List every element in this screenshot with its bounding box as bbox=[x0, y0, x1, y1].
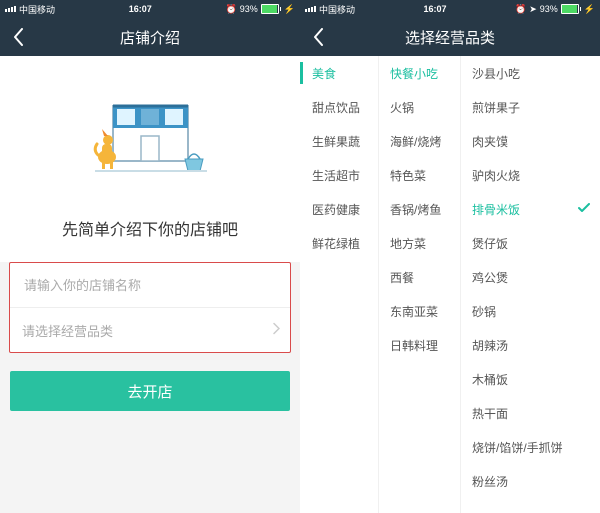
store-name-input[interactable] bbox=[22, 277, 278, 294]
intro-body: 先简单介绍下你的店铺吧 请选择经营品类 去开店 bbox=[0, 56, 300, 513]
screen-select-category: 中国移动 16:07 ⏰ ➤ 93% ⚡ 选择经营品类 美食甜点饮品生鲜果蔬生活… bbox=[300, 0, 600, 513]
battery-percent: 93% bbox=[540, 4, 558, 14]
status-time: 16:07 bbox=[355, 4, 515, 14]
category-item[interactable]: 快餐小吃 bbox=[378, 56, 460, 90]
charging-icon: ⚡ bbox=[284, 4, 295, 15]
category-item[interactable]: 烧饼/馅饼/手抓饼 bbox=[460, 430, 600, 464]
category-item[interactable]: 排骨米饭 bbox=[460, 192, 600, 226]
category-item[interactable]: 医药健康 bbox=[300, 192, 378, 226]
category-picker: 美食甜点饮品生鲜果蔬生活超市医药健康鲜花绿植 快餐小吃火锅海鲜/烧烤特色菜香锅/… bbox=[300, 56, 600, 513]
category-item[interactable]: 木桶饭 bbox=[460, 362, 600, 396]
back-button[interactable] bbox=[300, 18, 336, 56]
category-item[interactable]: 沙县小吃 bbox=[460, 56, 600, 90]
category-item[interactable]: 东南亚菜 bbox=[378, 294, 460, 328]
chevron-left-icon bbox=[313, 28, 324, 46]
category-item[interactable]: 鲜花绿植 bbox=[300, 226, 378, 260]
category-item[interactable]: 热干面 bbox=[460, 396, 600, 430]
category-item[interactable]: 煲仔饭 bbox=[460, 226, 600, 260]
page-title: 店铺介绍 bbox=[0, 27, 300, 48]
open-store-label: 去开店 bbox=[127, 381, 172, 402]
status-bar: 中国移动 16:07 ⏰ 93% ⚡ bbox=[0, 0, 300, 18]
category-column-tertiary: 沙县小吃煎饼果子肉夹馍驴肉火烧排骨米饭煲仔饭鸡公煲砂锅胡辣汤木桶饭热干面烧饼/馅… bbox=[460, 56, 600, 513]
category-item[interactable]: 香锅/烤鱼 bbox=[378, 192, 460, 226]
category-item[interactable]: 地方菜 bbox=[378, 226, 460, 260]
form-box: 请选择经营品类 bbox=[9, 262, 291, 353]
back-button[interactable] bbox=[0, 18, 36, 56]
nav-bar: 店铺介绍 bbox=[0, 18, 300, 56]
category-item[interactable]: 火锅 bbox=[378, 90, 460, 124]
category-select-row[interactable]: 请选择经营品类 bbox=[10, 308, 290, 352]
alarm-icon: ⏰ bbox=[226, 4, 237, 15]
open-store-button[interactable]: 去开店 bbox=[10, 371, 290, 411]
category-item[interactable]: 海鲜/烧烤 bbox=[378, 124, 460, 158]
category-item[interactable]: 肉夹馍 bbox=[460, 124, 600, 158]
carrier-label: 中国移动 bbox=[19, 3, 55, 16]
signal-icon bbox=[5, 6, 16, 12]
category-item[interactable]: 特色菜 bbox=[378, 158, 460, 192]
alarm-icon: ⏰ bbox=[515, 4, 526, 15]
category-item[interactable]: 驴肉火烧 bbox=[460, 158, 600, 192]
intro-heading: 先简单介绍下你的店铺吧 bbox=[0, 201, 300, 262]
charging-icon: ⚡ bbox=[584, 4, 595, 15]
chevron-right-icon bbox=[273, 323, 280, 338]
status-bar: 中国移动 16:07 ⏰ ➤ 93% ⚡ bbox=[300, 0, 600, 18]
screen-store-intro: 中国移动 16:07 ⏰ 93% ⚡ 店铺介绍 bbox=[0, 0, 300, 513]
category-item[interactable]: 胡辣汤 bbox=[460, 328, 600, 362]
category-item[interactable]: 鸡公煲 bbox=[460, 260, 600, 294]
category-item[interactable]: 甜点饮品 bbox=[300, 90, 378, 124]
store-illustration bbox=[0, 56, 300, 201]
category-item[interactable]: 粉丝汤 bbox=[460, 464, 600, 498]
category-column-secondary: 快餐小吃火锅海鲜/烧烤特色菜香锅/烤鱼地方菜西餐东南亚菜日韩料理 bbox=[378, 56, 460, 513]
nav-bar: 选择经营品类 bbox=[300, 18, 600, 56]
chevron-left-icon bbox=[13, 28, 24, 46]
category-column-primary: 美食甜点饮品生鲜果蔬生活超市医药健康鲜花绿植 bbox=[300, 56, 378, 513]
battery-icon bbox=[261, 4, 281, 14]
page-title: 选择经营品类 bbox=[300, 27, 600, 48]
store-name-row[interactable] bbox=[10, 263, 290, 308]
location-icon: ➤ bbox=[529, 4, 537, 15]
status-time: 16:07 bbox=[55, 4, 226, 14]
battery-icon bbox=[561, 4, 581, 14]
category-item[interactable]: 生活超市 bbox=[300, 158, 378, 192]
category-item[interactable]: 生鲜果蔬 bbox=[300, 124, 378, 158]
category-item[interactable]: 砂锅 bbox=[460, 294, 600, 328]
category-item[interactable]: 美食 bbox=[300, 56, 378, 90]
signal-icon bbox=[305, 6, 316, 12]
category-placeholder: 请选择经营品类 bbox=[22, 321, 113, 340]
battery-percent: 93% bbox=[240, 4, 258, 14]
carrier-label: 中国移动 bbox=[319, 3, 355, 16]
check-icon bbox=[578, 202, 590, 216]
category-item[interactable]: 西餐 bbox=[378, 260, 460, 294]
category-item[interactable]: 煎饼果子 bbox=[460, 90, 600, 124]
category-item[interactable]: 日韩料理 bbox=[378, 328, 460, 362]
